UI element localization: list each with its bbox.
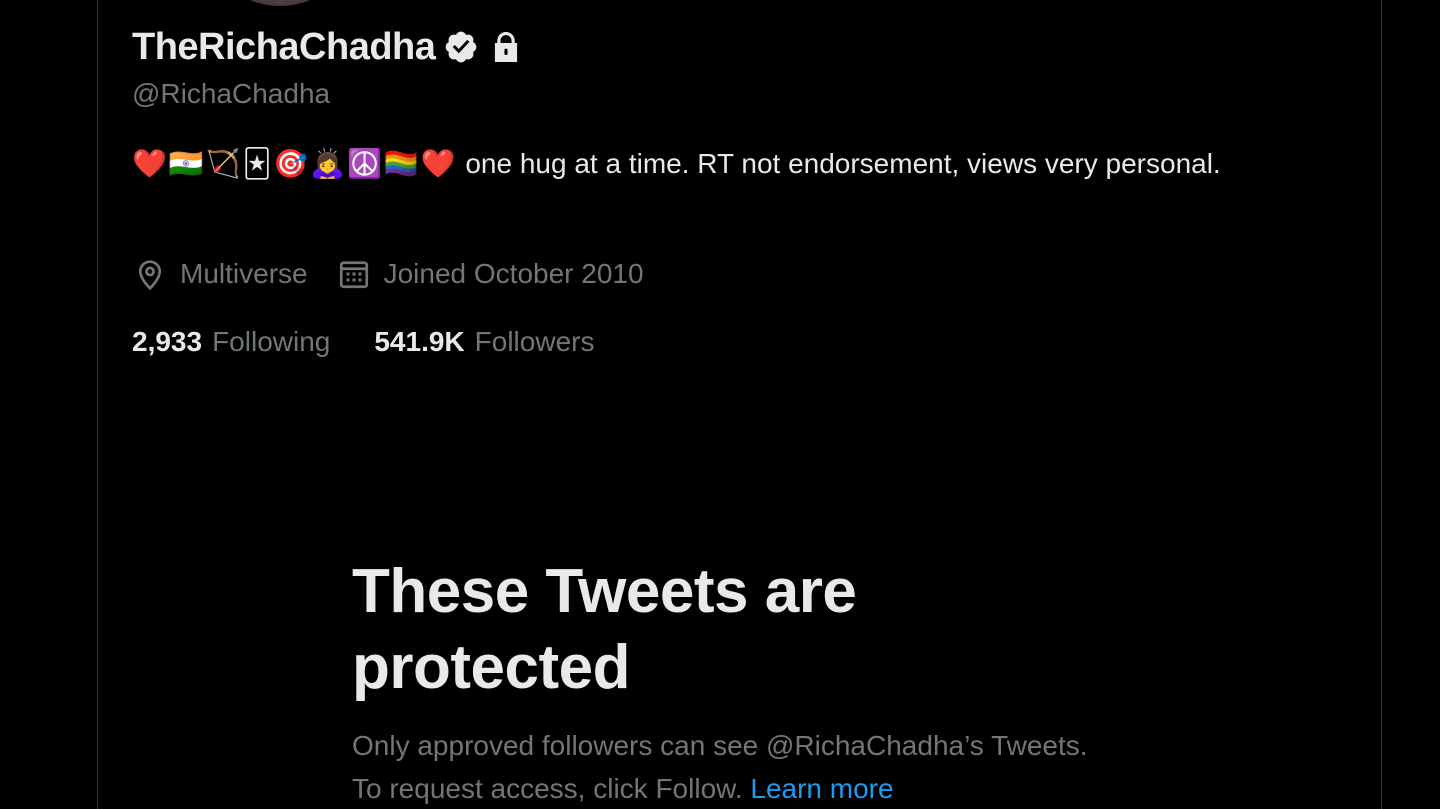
verified-badge-icon[interactable]	[443, 29, 479, 65]
calendar-icon	[336, 256, 372, 292]
followers-count: 541.9K	[374, 326, 465, 357]
profile-handle: @RichaChadha	[132, 78, 331, 109]
profile-meta: Multiverse Joined October 2010	[132, 252, 644, 296]
learn-more-link[interactable]: Learn more	[750, 773, 893, 804]
location-pin-icon	[132, 256, 168, 292]
profile-bio: ❤️🇮🇳🏹🃏🎯🙇‍♀️☮️🏳️‍🌈❤️ one hug at a time. R…	[132, 142, 1292, 186]
location-text: Multiverse	[180, 258, 308, 289]
protected-title: These Tweets are protected	[352, 557, 857, 702]
lock-icon	[487, 28, 525, 66]
following-count: 2,933	[132, 326, 203, 357]
joined-text: Joined October 2010	[383, 258, 644, 289]
following-label: Following	[212, 326, 331, 357]
followers-link[interactable]: 541.9K Followers	[374, 326, 594, 358]
follow-stats: 2,933 Following 541.9K Followers	[132, 320, 594, 364]
bio-emojis: ❤️🇮🇳🏹🃏🎯🙇‍♀️☮️🏳️‍🌈❤️	[132, 147, 458, 180]
following-link[interactable]: 2,933 Following	[132, 326, 330, 358]
protected-description-text: Only approved followers can see @RichaCh…	[352, 730, 1088, 804]
location-item: Multiverse	[132, 256, 308, 292]
followers-label: Followers	[474, 326, 595, 357]
joined-item: Joined October 2010	[336, 256, 644, 292]
profile-name-row: TheRichaChadha	[132, 24, 525, 70]
protected-description: Only approved followers can see @RichaCh…	[352, 724, 1112, 809]
bio-text: one hug at a time. RT not endorsement, v…	[465, 148, 1221, 179]
display-name: TheRichaChadha	[132, 25, 436, 68]
